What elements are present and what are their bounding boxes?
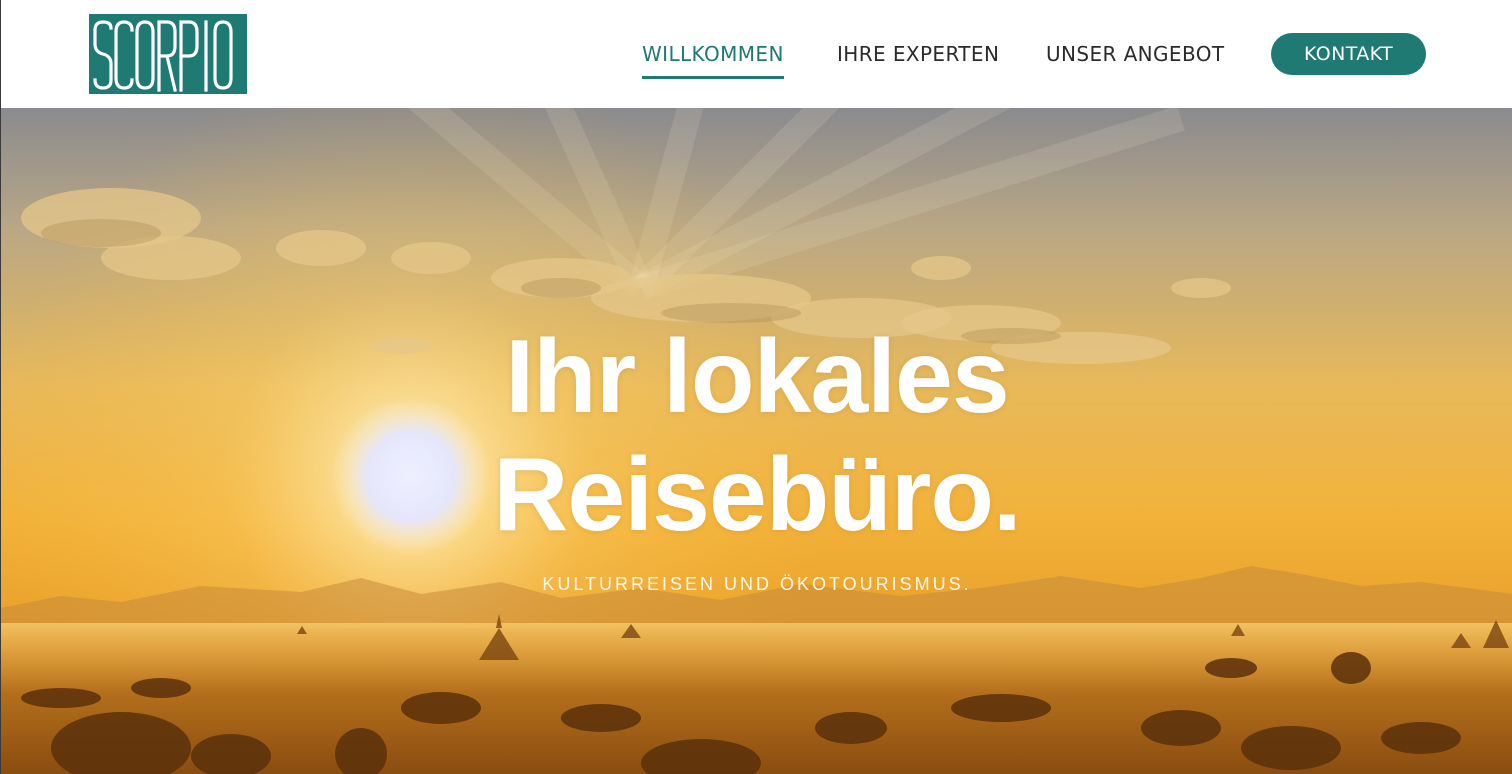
hero-section: Ihr lokales Reisebüro. KULTURREISEN UND … [1, 108, 1512, 774]
site-header: WILLKOMMEN IHRE EXPERTEN UNSER ANGEBOT K… [1, 0, 1512, 108]
nav-unser-angebot-label: UNSER ANGEBOT [1046, 42, 1225, 66]
hero-title-line-1: Ihr lokales [505, 319, 1009, 435]
nav-ihre-experten[interactable]: IHRE EXPERTEN [837, 40, 999, 68]
logo-wordmark [89, 14, 247, 94]
nav-willkommen[interactable]: WILLKOMMEN [642, 40, 784, 79]
scorpio-logo[interactable] [89, 14, 247, 94]
nav-unser-angebot[interactable]: UNSER ANGEBOT [1046, 40, 1225, 68]
hero-title-line-2: Reisebüro. [493, 437, 1021, 553]
nav-willkommen-label: WILLKOMMEN [642, 42, 784, 66]
active-nav-underline [642, 76, 784, 79]
nav-ihre-experten-label: IHRE EXPERTEN [837, 42, 1000, 66]
hero-subtitle: KULTURREISEN UND ÖKOTOURISMUS. [542, 574, 972, 594]
kontakt-button-label: KONTAKT [1303, 43, 1394, 65]
hero-title: Ihr lokales Reisebüro. [1, 318, 1512, 554]
page: WILLKOMMEN IHRE EXPERTEN UNSER ANGEBOT K… [0, 0, 1512, 774]
kontakt-button[interactable]: KONTAKT [1271, 33, 1426, 75]
